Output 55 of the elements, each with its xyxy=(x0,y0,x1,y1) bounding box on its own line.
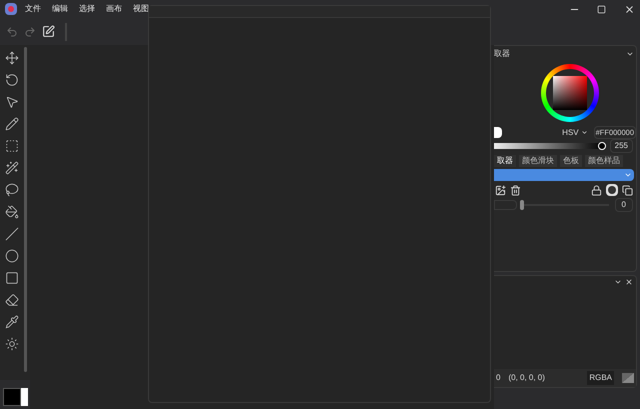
collapse-icon[interactable] xyxy=(614,278,622,286)
panel-title: 取器 xyxy=(494,48,510,60)
line-icon[interactable] xyxy=(5,227,19,241)
slider-thumb[interactable] xyxy=(520,200,524,210)
edit-icon[interactable] xyxy=(42,25,55,38)
collapse-icon[interactable] xyxy=(626,50,634,58)
slider-thumb[interactable] xyxy=(598,142,606,150)
app-logo-icon xyxy=(5,3,17,15)
panel-tab[interactable]: 取器 xyxy=(494,155,516,167)
bucket-icon[interactable] xyxy=(5,205,19,219)
selection-icon[interactable] xyxy=(5,139,19,153)
duplicate-icon[interactable] xyxy=(622,184,633,196)
menu-item[interactable]: 画布 xyxy=(106,3,122,15)
transparency-icon xyxy=(622,373,634,383)
color-preview xyxy=(494,127,502,138)
move-icon[interactable] xyxy=(5,51,19,65)
magic-wand-icon[interactable] xyxy=(5,161,19,175)
rotate-icon[interactable] xyxy=(5,73,19,87)
pixel-value: 0 xyxy=(496,372,500,384)
lock-icon[interactable] xyxy=(591,184,602,196)
pointer-icon[interactable] xyxy=(5,95,19,109)
sun-icon[interactable] xyxy=(5,337,19,351)
format-button[interactable]: RGBA xyxy=(587,371,614,385)
caret-icon xyxy=(624,171,632,179)
panel-tab[interactable]: 色板 xyxy=(560,155,582,167)
circle-mask-icon[interactable] xyxy=(606,184,618,196)
maximize-icon[interactable] xyxy=(597,4,606,14)
alpha-field[interactable]: 255 xyxy=(610,139,633,153)
close-icon[interactable] xyxy=(624,4,635,14)
undo-icon[interactable] xyxy=(6,26,18,38)
add-layer-icon[interactable] xyxy=(495,184,506,196)
panel-tab[interactable]: 颜色样品 xyxy=(585,155,623,167)
rgba-value: (0, 0, 0, 0) xyxy=(508,372,545,384)
eraser-icon[interactable] xyxy=(5,293,19,307)
close-icon[interactable] xyxy=(625,278,633,286)
caret-icon xyxy=(580,129,588,136)
menu-item[interactable]: 文件 xyxy=(25,3,41,15)
saturation-value-square[interactable] xyxy=(553,76,587,110)
pipette-icon[interactable] xyxy=(5,315,19,329)
lasso-icon[interactable] xyxy=(5,183,19,197)
mode-dropdown[interactable]: HSV xyxy=(560,126,590,138)
rectangle-icon[interactable] xyxy=(5,271,19,285)
redo-icon[interactable] xyxy=(24,26,36,38)
trash-icon[interactable] xyxy=(510,184,521,196)
menu-item[interactable]: 选择 xyxy=(79,3,95,15)
ellipse-icon[interactable] xyxy=(5,249,19,263)
menu-item[interactable]: 视图 xyxy=(133,3,149,15)
foreground-color-swatch[interactable] xyxy=(3,388,21,406)
menu-item[interactable]: 编辑 xyxy=(52,3,68,15)
opacity-field[interactable]: 0 xyxy=(614,198,633,212)
pencil-icon[interactable] xyxy=(5,117,19,131)
background-color-swatch[interactable] xyxy=(21,388,28,406)
panel-tab[interactable]: 颜色滑块 xyxy=(519,155,557,167)
alpha-slider[interactable] xyxy=(494,143,604,149)
scrollbar[interactable] xyxy=(24,47,27,372)
